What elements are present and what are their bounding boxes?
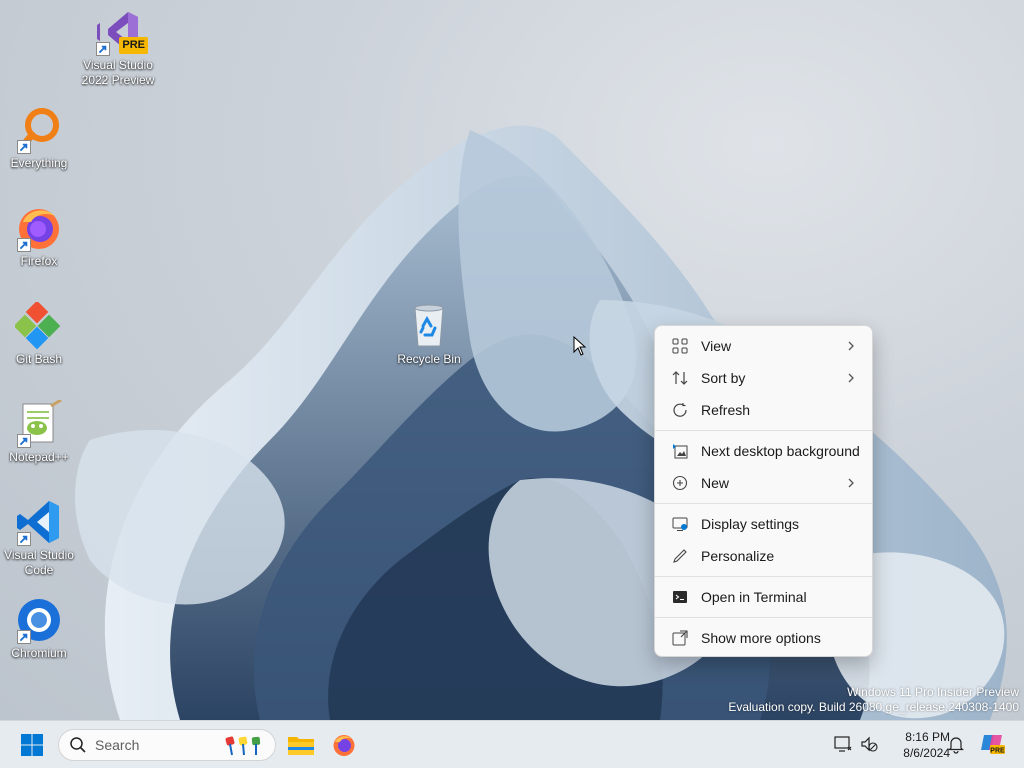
- search-highlight-brushes-icon: [225, 736, 261, 756]
- firefox-icon: [333, 735, 355, 756]
- taskbar-clock[interactable]: 8:16 PM 8/6/2024: [884, 729, 950, 761]
- display-settings-icon: [671, 515, 689, 533]
- recycle-bin-icon: [405, 302, 453, 350]
- desktop-icon-recycle-bin[interactable]: Recycle Bin: [391, 302, 467, 367]
- desktop-icon-label: Recycle Bin: [397, 352, 461, 366]
- desktop-icon-label: Notepad++: [9, 450, 69, 464]
- desktop-icon-notepad-plus-plus[interactable]: Notepad++: [1, 398, 77, 465]
- menu-item-label: New: [701, 475, 730, 491]
- file-explorer-icon: [288, 737, 314, 755]
- desktop-icon-chromium[interactable]: Chromium: [1, 596, 77, 661]
- menu-item-sort-by[interactable]: Sort by: [659, 362, 868, 394]
- menu-item-display-settings[interactable]: Display settings: [659, 508, 868, 540]
- windows-watermark: Windows 11 Pro Insider Preview Evaluatio…: [728, 685, 1019, 715]
- shortcut-arrow-icon: [17, 238, 31, 252]
- next-background-icon: [671, 442, 689, 460]
- shortcut-arrow-icon: [17, 140, 31, 154]
- desktop-icon-label: Git Bash: [15, 352, 63, 366]
- menu-item-label: View: [701, 338, 732, 354]
- menu-separator: [655, 430, 872, 431]
- menu-item-label: Show more options: [701, 630, 821, 646]
- shortcut-arrow-icon: [17, 434, 31, 448]
- menu-item-open-in-terminal[interactable]: Open in Terminal: [659, 581, 868, 613]
- watermark-edition: Windows 11 Pro Insider Preview: [847, 685, 1019, 699]
- desktop-icon-label: Chromium: [11, 646, 67, 660]
- windows-logo-icon: [21, 734, 43, 756]
- shortcut-arrow-icon: [96, 42, 110, 56]
- taskbar: Search 8:16 PM 8/6/2024 PRE: [0, 720, 1024, 768]
- desktop-icon-git-bash[interactable]: Git Bash: [1, 300, 77, 367]
- notepad-plus-plus-icon: [15, 398, 63, 448]
- clock-time: 8:16 PM: [905, 730, 950, 744]
- menu-item-label: Open in Terminal: [701, 589, 807, 605]
- menu-separator: [655, 617, 872, 618]
- desktop-icon-firefox[interactable]: Firefox: [1, 204, 77, 269]
- menu-separator: [655, 503, 872, 504]
- chevron-right-icon: [848, 373, 854, 383]
- menu-item-new[interactable]: New: [659, 467, 868, 499]
- menu-item-next-desktop-background[interactable]: Next desktop background: [659, 435, 868, 467]
- terminal-icon: [671, 588, 689, 606]
- view-grid-icon: [671, 337, 689, 355]
- menu-item-view[interactable]: View: [659, 330, 868, 362]
- search-icon: [70, 737, 86, 753]
- menu-item-label: Next desktop background: [701, 443, 860, 459]
- pen-icon: [671, 547, 689, 565]
- desktop-icon-label: Everything: [10, 156, 68, 170]
- desktop-icon-label: Visual Studio Code: [4, 548, 74, 577]
- git-bash-icon: [13, 300, 63, 350]
- sort-icon: [671, 369, 689, 387]
- visual-studio-icon: PRE: [94, 8, 148, 56]
- watermark-build: Evaluation copy. Build 26080.ge_release.…: [728, 700, 1019, 714]
- chevron-right-icon: [848, 341, 854, 351]
- network-icon[interactable]: [833, 734, 853, 754]
- menu-separator: [655, 576, 872, 577]
- svg-text:PRE: PRE: [990, 748, 1005, 755]
- desktop-icon-visual-studio[interactable]: PRE Visual Studio 2022 Preview: [80, 8, 156, 88]
- copilot-pre-icon[interactable]: PRE: [980, 732, 1006, 756]
- desktop-icon-vscode[interactable]: Visual Studio Code: [1, 498, 77, 578]
- search-placeholder: Search: [95, 737, 140, 753]
- volume-muted-icon[interactable]: [859, 734, 879, 754]
- desktop-icon-everything[interactable]: Everything: [1, 106, 77, 171]
- desktop-context-menu: View Sort by Refresh Next desktop backgr…: [654, 325, 873, 657]
- everything-search-icon: [15, 106, 63, 154]
- clock-date: 8/6/2024: [903, 746, 950, 760]
- menu-item-show-more-options[interactable]: Show more options: [659, 622, 868, 654]
- vscode-icon: [15, 498, 63, 546]
- pre-badge: PRE: [119, 37, 148, 54]
- menu-item-personalize[interactable]: Personalize: [659, 540, 868, 572]
- shortcut-arrow-icon: [17, 630, 31, 644]
- start-button[interactable]: [16, 729, 48, 761]
- menu-item-label: Refresh: [701, 402, 751, 418]
- menu-item-label: Display settings: [701, 516, 800, 532]
- refresh-icon: [671, 401, 689, 419]
- menu-item-refresh[interactable]: Refresh: [659, 394, 868, 426]
- chevron-right-icon: [848, 478, 854, 488]
- more-options-icon: [671, 629, 689, 647]
- new-plus-icon: [671, 474, 689, 492]
- menu-item-label: Sort by: [701, 370, 746, 386]
- taskbar-firefox[interactable]: [328, 729, 360, 761]
- notification-bell-icon[interactable]: [946, 734, 966, 754]
- desktop-icon-label: Visual Studio 2022 Preview: [81, 58, 155, 87]
- desktop-icon-label: Firefox: [20, 254, 58, 268]
- chromium-icon: [15, 596, 63, 644]
- firefox-icon: [15, 204, 63, 252]
- menu-item-label: Personalize: [701, 548, 775, 564]
- shortcut-arrow-icon: [17, 532, 31, 546]
- taskbar-file-explorer[interactable]: [285, 729, 317, 761]
- taskbar-search-box[interactable]: Search: [58, 729, 276, 761]
- mouse-cursor-icon: [573, 336, 587, 356]
